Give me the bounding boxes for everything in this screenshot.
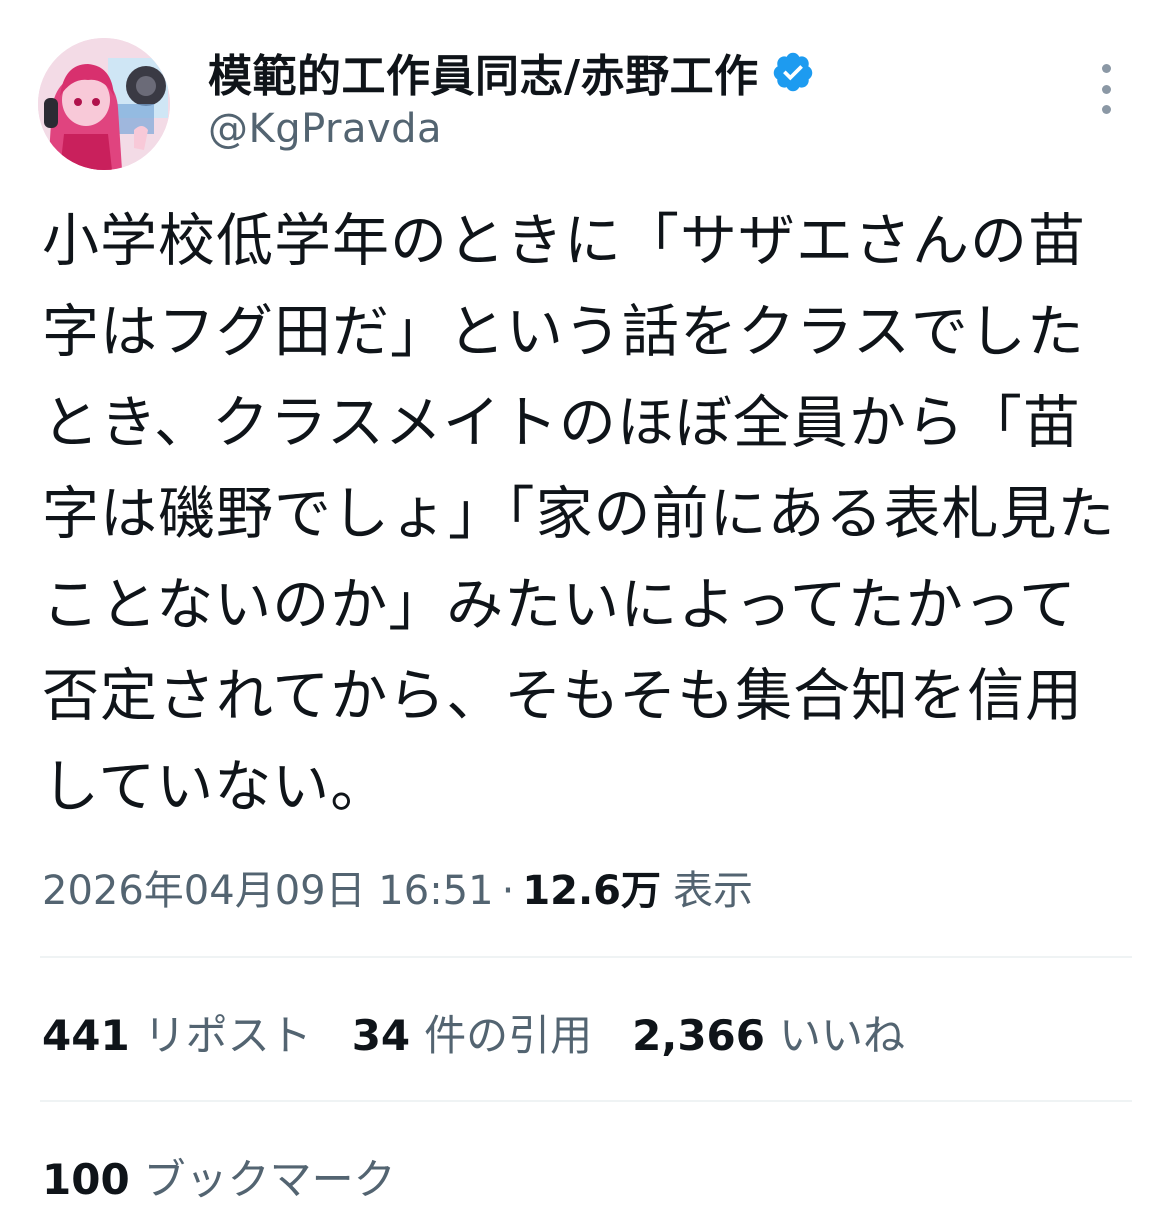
- reposts-count: 441: [42, 1011, 130, 1060]
- views-count: 12.6万: [522, 868, 662, 914]
- likes-label: いいね: [779, 1011, 906, 1060]
- timestamp[interactable]: 2026年04月09日 16:51: [42, 858, 494, 916]
- bookmarks-count: 100: [42, 1155, 130, 1204]
- quotes-label: 件の引用: [424, 1011, 593, 1060]
- tweet-text-line: 字は磯野でしょ」「家の前にある表札見た: [42, 481, 1116, 547]
- more-dot: [1101, 64, 1111, 73]
- engagement-stats: 441 リポスト 34 件の引用 2,366 いいね: [42, 1002, 945, 1063]
- tweet-text-line: 字はフグ田だ」という話をクラスでした: [42, 299, 1085, 365]
- avatar[interactable]: [38, 38, 170, 170]
- meta-separator: ·: [501, 868, 515, 914]
- more-dot: [1101, 105, 1111, 114]
- tweet-card: 模範的工作員同志/赤野工作 @KgPravda 小学校低学年のときに「サザエさん…: [0, 0, 1171, 1211]
- reposts-stat[interactable]: 441 リポスト: [42, 1002, 312, 1063]
- more-dot: [1101, 84, 1111, 94]
- tweet-text-line: ことないのか」みたいによってたかって: [42, 572, 1077, 638]
- tweet-text-line: 否定されてから、そもそも集合知を信用: [42, 663, 1084, 729]
- tweet-meta: 2026年04月09日 16:51 · 12.6万 表示: [42, 858, 753, 916]
- views-label: 表示: [673, 868, 754, 914]
- author-block: 模範的工作員同志/赤野工作 @KgPravda: [208, 42, 815, 152]
- quotes-count: 34: [351, 1011, 411, 1060]
- tweet-text-line: 小学校低学年のときに「サザエさんの苗: [42, 208, 1086, 274]
- verified-badge-icon[interactable]: [771, 50, 815, 94]
- display-name[interactable]: 模範的工作員同志/赤野工作: [208, 40, 759, 104]
- tweet-text-line: していない。: [42, 754, 389, 820]
- divider: [40, 956, 1132, 958]
- likes-count: 2,366: [632, 1011, 766, 1060]
- bookmarks-label: ブックマーク: [143, 1155, 396, 1204]
- bookmarks-stat[interactable]: 100 ブックマーク: [42, 1146, 396, 1207]
- avatar-illustration: [38, 38, 170, 170]
- tweet-text: 小学校低学年のときに「サザエさんの苗 字はフグ田だ」という話をクラスでした とき…: [42, 196, 1137, 833]
- user-handle[interactable]: @KgPravda: [208, 106, 815, 152]
- divider: [40, 1100, 1132, 1102]
- more-options-icon[interactable]: [1092, 64, 1120, 114]
- quotes-stat[interactable]: 34 件の引用: [352, 1002, 592, 1063]
- likes-stat[interactable]: 2,366 いいね: [632, 1002, 905, 1063]
- reposts-label: リポスト: [143, 1011, 312, 1060]
- name-row: 模範的工作員同志/赤野工作: [208, 42, 815, 102]
- tweet-text-line: とき、クラスメイトのほぼ全員から「苗: [42, 390, 1081, 456]
